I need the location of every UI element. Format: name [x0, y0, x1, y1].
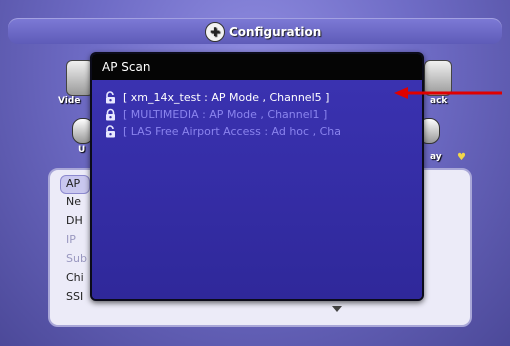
- ap-item-label: [ LAS Free Airport Access : Ad hoc , Cha: [123, 124, 341, 138]
- ap-item-label: [ MULTIMEDIA : AP Mode , Channel1 ]: [123, 107, 328, 121]
- video-tile-label: Vide: [58, 96, 81, 106]
- scroll-down-icon[interactable]: [332, 306, 342, 312]
- setting-row-dhcp[interactable]: DH: [66, 214, 83, 227]
- ap-list-item[interactable]: [ LAS Free Airport Access : Ad hoc , Cha: [104, 123, 341, 139]
- play-label: ay: [430, 152, 442, 162]
- setting-row-ssid[interactable]: SSI: [66, 290, 83, 303]
- setting-row-channel[interactable]: Chi: [66, 271, 84, 284]
- ap-list-item[interactable]: [ MULTIMEDIA : AP Mode , Channel1 ]: [104, 106, 327, 122]
- user-label: U: [78, 145, 86, 155]
- page-title: ✚ Configuration: [205, 21, 321, 43]
- ap-scan-dialog: AP Scan [ xm_14x_test : AP Mode , Channe…: [90, 52, 424, 301]
- annotation-arrow-icon: [394, 87, 502, 99]
- unlock-icon: [106, 90, 115, 103]
- setting-row-ap[interactable]: AP: [66, 177, 80, 190]
- ap-list: [ xm_14x_test : AP Mode , Channel5 ] [ M…: [92, 80, 422, 299]
- setting-row-network[interactable]: Ne: [66, 195, 81, 208]
- ap-list-item[interactable]: [ xm_14x_test : AP Mode , Channel5 ]: [104, 89, 329, 105]
- setting-row-subnet: Sub: [66, 252, 87, 265]
- dialog-title: AP Scan: [92, 54, 422, 80]
- heart-icon: ♥: [457, 152, 466, 163]
- page-title-label: Configuration: [229, 25, 322, 39]
- lock-icon: [106, 108, 115, 120]
- configuration-icon: ✚: [205, 22, 225, 42]
- ap-item-label: [ xm_14x_test : AP Mode , Channel5 ]: [123, 90, 330, 104]
- unlock-icon: [106, 124, 115, 137]
- setting-row-ip: IP: [66, 233, 76, 246]
